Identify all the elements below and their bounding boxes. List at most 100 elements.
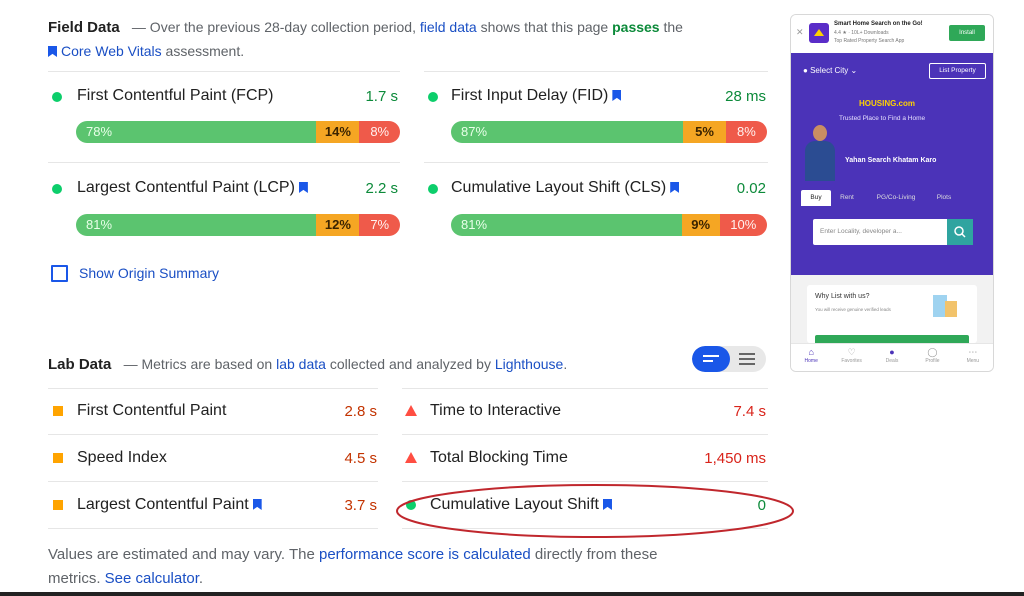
distribution-bar: 81% 12% 7% xyxy=(76,214,400,236)
view-toggle xyxy=(692,346,766,372)
list-view-icon xyxy=(739,353,755,365)
fail-triangle-icon xyxy=(405,405,417,416)
metric-label: First Input Delay (FID) xyxy=(451,87,622,105)
fail-triangle-icon xyxy=(405,452,417,463)
home-icon: ⌂ xyxy=(808,347,814,357)
divider xyxy=(48,71,400,72)
lab-data-title: Lab Data xyxy=(48,356,112,373)
install-button[interactable]: Install xyxy=(949,25,985,41)
divider xyxy=(424,71,768,72)
tab-plots[interactable]: Plots xyxy=(929,190,959,206)
bottom-nav: ⌂ Home ♡ Favorites ● Deals ◯ Profile ⋯ Menu xyxy=(791,343,993,371)
pass-circle-icon xyxy=(428,184,438,194)
brand-logo: HOUSING.com xyxy=(859,99,916,108)
metric-value: 28 ms xyxy=(725,88,766,105)
profile-icon: ◯ xyxy=(927,347,938,357)
metric-label: Cumulative Layout Shift (CLS) xyxy=(451,179,680,197)
divider xyxy=(48,434,378,435)
origin-summary-checkbox[interactable] xyxy=(51,265,68,282)
pass-circle-icon xyxy=(52,92,62,102)
app-logo xyxy=(809,23,829,43)
bar-segment-poor: 7% xyxy=(359,214,400,236)
bar-segment-average: 5% xyxy=(683,121,726,143)
average-square-icon xyxy=(53,453,63,463)
field-data-title: Field Data xyxy=(48,19,120,36)
divider xyxy=(48,162,400,163)
field-data-link[interactable]: field data xyxy=(420,19,477,35)
tab-pg-co-living[interactable]: PG/Co-Living xyxy=(863,190,929,206)
cwv-line: Core Web Vitals assessment. xyxy=(48,41,244,61)
lab-metric-label: Time to Interactive xyxy=(430,402,562,419)
list-view-button[interactable] xyxy=(730,346,766,372)
average-square-icon xyxy=(53,500,63,510)
highlight-ellipse xyxy=(396,484,794,538)
select-city[interactable]: ● Select City ⌄ xyxy=(803,66,857,75)
lab-metric-label: Total Blocking Time xyxy=(430,449,568,466)
person-image xyxy=(803,125,839,181)
bar-segment-good: 81% xyxy=(76,214,317,236)
lab-metric-value: 3.7 s xyxy=(344,497,377,514)
bookmark-icon xyxy=(612,90,622,101)
divider xyxy=(48,528,378,529)
compact-view-button[interactable] xyxy=(692,346,730,372)
field-data-header: Field Data — Over the previous 28-day co… xyxy=(48,17,748,38)
lighthouse-link[interactable]: Lighthouse xyxy=(495,356,564,372)
divider xyxy=(424,162,768,163)
nav-favorites[interactable]: ♡ Favorites xyxy=(831,344,871,371)
see-calculator-link[interactable]: See calculator xyxy=(105,570,199,587)
ad-title: Smart Home Search on the Go! xyxy=(834,21,923,27)
building-illustration xyxy=(929,291,959,319)
list-property-button[interactable]: List Property xyxy=(929,63,986,79)
search-input[interactable]: Enter Locality, developer a... xyxy=(820,219,902,245)
performance-score-link[interactable]: performance score is calculated xyxy=(319,546,531,563)
core-web-vitals-link[interactable]: Core Web Vitals xyxy=(61,43,162,59)
bar-segment-average: 14% xyxy=(316,121,360,143)
tab-rent[interactable]: Rent xyxy=(831,190,863,206)
metric-value: 2.2 s xyxy=(365,180,398,197)
close-icon[interactable]: ✕ xyxy=(796,27,804,38)
metric-label: Largest Contentful Paint (LCP) xyxy=(77,179,308,197)
bar-segment-good: 81% xyxy=(451,214,682,236)
lab-metric-label: First Contentful Paint xyxy=(77,402,227,419)
why-list-subtitle: You will receive genuine verified leads xyxy=(815,307,891,312)
nav-profile[interactable]: ◯ Profile xyxy=(912,344,952,371)
bottom-border xyxy=(0,592,1024,596)
origin-summary-label[interactable]: Show Origin Summary xyxy=(79,265,219,281)
search-box: Enter Locality, developer a... xyxy=(813,219,973,245)
lab-data-header: Lab Data — Metrics are based on lab data… xyxy=(48,356,568,373)
distribution-bar: 81% 9% 10% xyxy=(451,214,767,236)
metric-value: 0.02 xyxy=(736,180,766,197)
hero-section: ● Select City ⌄ List Property HOUSING.co… xyxy=(791,53,993,275)
search-button[interactable] xyxy=(947,219,973,245)
lab-metric-value: 2.8 s xyxy=(344,403,377,420)
mobile-screenshot: ✕ Smart Home Search on the Go! 4.4 ★ · 1… xyxy=(790,14,994,372)
why-list-card: Why List with us? You will receive genui… xyxy=(807,285,977,343)
field-data-desc: — Over the previous 28-day collection pe… xyxy=(131,19,683,35)
metric-value: 1.7 s xyxy=(365,88,398,105)
bookmark-icon xyxy=(252,499,262,510)
lab-metric-value: 4.5 s xyxy=(344,450,377,467)
divider xyxy=(402,434,768,435)
page-body: Why List with us? You will receive genui… xyxy=(791,275,993,343)
bar-segment-good: 78% xyxy=(76,121,317,143)
tab-buy[interactable]: Buy xyxy=(801,190,831,206)
deals-icon: ● xyxy=(889,347,895,357)
slogan: Yahan Search Khatam Karo xyxy=(845,157,937,164)
lab-metric-value: 1,450 ms xyxy=(704,450,766,467)
divider xyxy=(402,388,768,389)
ad-subtitle: 4.4 ★ · 10L+ Downloads xyxy=(834,30,889,36)
bar-segment-poor: 8% xyxy=(725,121,767,143)
lab-data-link[interactable]: lab data xyxy=(276,356,326,372)
cta-bar[interactable] xyxy=(815,335,969,343)
tagline: Trusted Place to Find a Home xyxy=(839,115,926,122)
lab-metric-value: 7.4 s xyxy=(733,403,766,420)
nav-menu[interactable]: ⋯ Menu xyxy=(953,344,993,371)
metric-label: First Contentful Paint (FCP) xyxy=(77,87,274,104)
app-install-banner: ✕ Smart Home Search on the Go! 4.4 ★ · 1… xyxy=(791,15,993,54)
bar-segment-poor: 8% xyxy=(359,121,400,143)
bar-segment-average: 9% xyxy=(681,214,720,236)
nav-deals[interactable]: ● Deals xyxy=(872,344,912,371)
pass-circle-icon xyxy=(52,184,62,194)
ad-subtitle: Top Rated Property Search App xyxy=(834,38,905,44)
nav-home[interactable]: ⌂ Home xyxy=(791,344,831,371)
